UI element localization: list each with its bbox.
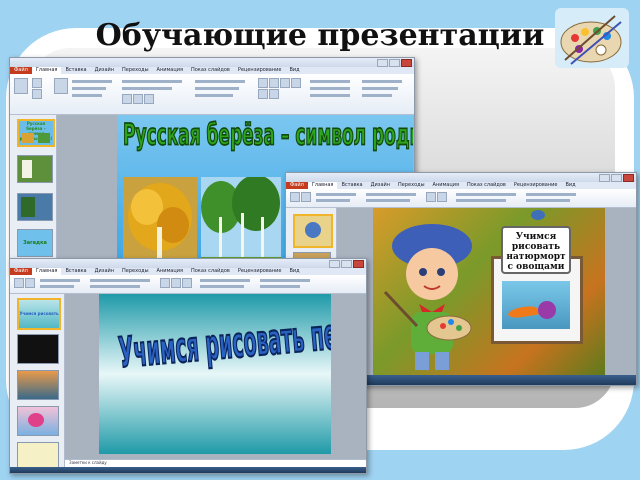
slides-pane[interactable]: Учимся рисовать пейзаж: [10, 294, 65, 473]
art-palette-icon: [555, 8, 629, 68]
minimize-icon[interactable]: [377, 59, 388, 67]
slide-thumbnail[interactable]: [17, 406, 59, 436]
cut-icon[interactable]: [301, 192, 311, 202]
tab-slideshow[interactable]: Показ слайдов: [463, 182, 510, 189]
slide-thumbnail[interactable]: Русская берёза – символ родины моей!: [17, 119, 55, 147]
ribbon-toolbar[interactable]: [10, 74, 414, 115]
ribbon-toolbar[interactable]: [10, 275, 366, 294]
slide-thumbnail[interactable]: [17, 442, 59, 470]
cut-icon[interactable]: [32, 78, 42, 88]
tab-slideshow[interactable]: Показ слайдов: [187, 67, 234, 74]
close-icon[interactable]: [623, 174, 634, 182]
tab-insert[interactable]: Вставка: [337, 182, 366, 189]
tab-review[interactable]: Рецензирование: [234, 67, 286, 74]
paste-icon[interactable]: [14, 278, 24, 288]
shape-icon[interactable]: [426, 192, 436, 202]
minimize-icon[interactable]: [599, 174, 610, 182]
maximize-icon[interactable]: [341, 260, 352, 268]
ribbon-tabs: Файл Главная Вставка Дизайн Переходы Ани…: [286, 182, 636, 189]
bold-icon[interactable]: [122, 94, 132, 104]
slide-title-wordart: Русская берёза – символ родины моей!: [122, 118, 413, 154]
tab-file[interactable]: Файл: [10, 268, 32, 275]
close-icon[interactable]: [401, 59, 412, 67]
shape-icon[interactable]: [182, 278, 192, 288]
slide-canvas[interactable]: Учимся рисовать пейзаж: [65, 294, 366, 462]
window-titlebar[interactable]: [10, 259, 366, 268]
maximize-icon[interactable]: [611, 174, 622, 182]
tab-insert[interactable]: Вставка: [61, 67, 90, 74]
tab-slideshow[interactable]: Показ слайдов: [187, 268, 234, 275]
page-title: Обучающие презентации: [95, 18, 545, 53]
tab-view[interactable]: Вид: [285, 67, 303, 74]
shape-icon[interactable]: [269, 78, 279, 88]
italic-icon[interactable]: [133, 94, 143, 104]
tab-home[interactable]: Главная: [307, 182, 338, 189]
slide-stilllife: Учимся рисовать натюрморт с овощами: [373, 208, 605, 376]
underline-icon[interactable]: [144, 94, 154, 104]
tab-file[interactable]: Файл: [286, 182, 308, 189]
tab-view[interactable]: Вид: [285, 268, 303, 275]
paste-icon[interactable]: [290, 192, 300, 202]
window-titlebar[interactable]: [10, 58, 414, 67]
new-slide-icon[interactable]: [54, 78, 68, 94]
autumn-birch-image: [123, 177, 197, 269]
tab-file[interactable]: Файл: [10, 67, 32, 74]
bird-image: [531, 210, 545, 220]
slide-thumbnail[interactable]: [17, 370, 59, 400]
taskbar: [10, 467, 366, 473]
paste-icon[interactable]: [14, 78, 28, 94]
tab-view[interactable]: Вид: [561, 182, 579, 189]
maximize-icon[interactable]: [389, 59, 400, 67]
tab-transitions[interactable]: Переходы: [118, 67, 153, 74]
painter-character-image: [383, 224, 472, 370]
ribbon-tabs: Файл Главная Вставка Дизайн Переходы Ани…: [10, 67, 414, 74]
shape-icon[interactable]: [269, 89, 279, 99]
shape-icon[interactable]: [291, 78, 301, 88]
cut-icon[interactable]: [25, 278, 35, 288]
ribbon-toolbar[interactable]: [286, 189, 636, 208]
slide-title-wordart: Учимся рисовать пейзаж: [116, 305, 331, 379]
slide-thumbnail[interactable]: [17, 155, 53, 183]
tab-design[interactable]: Дизайн: [367, 182, 394, 189]
slide-landscape: Учимся рисовать пейзаж: [99, 294, 331, 454]
tab-home[interactable]: Главная: [31, 268, 62, 275]
shape-icon[interactable]: [437, 192, 447, 202]
tab-transitions[interactable]: Переходы: [394, 182, 429, 189]
copy-icon[interactable]: [32, 89, 42, 99]
slide-caption: Учимся рисовать натюрморт с овощами: [501, 226, 571, 274]
slide-thumbnail[interactable]: [17, 193, 53, 221]
window-titlebar[interactable]: [286, 173, 636, 182]
shape-icon[interactable]: [258, 78, 268, 88]
slide-canvas[interactable]: Учимся рисовать натюрморт с овощами: [337, 208, 636, 378]
tab-review[interactable]: Рецензирование: [510, 182, 562, 189]
slides-pane[interactable]: Русская берёза – символ родины моей! Заг…: [10, 115, 57, 273]
shape-icon[interactable]: [280, 78, 290, 88]
tab-design[interactable]: Дизайн: [91, 268, 118, 275]
slide-thumbnail[interactable]: Учимся рисовать пейзаж: [17, 298, 61, 330]
tab-transitions[interactable]: Переходы: [118, 268, 153, 275]
tab-design[interactable]: Дизайн: [91, 67, 118, 74]
notes-pane[interactable]: Заметки к слайду: [65, 459, 366, 467]
slide-thumbnail[interactable]: Загадка про берёзу: [17, 229, 53, 257]
minimize-icon[interactable]: [329, 260, 340, 268]
slide-thumbnail[interactable]: [17, 334, 59, 364]
shape-icon[interactable]: [171, 278, 181, 288]
tab-animation[interactable]: Анимация: [153, 268, 187, 275]
ribbon-tabs: Файл Главная Вставка Дизайн Переходы Ани…: [10, 268, 366, 275]
tab-insert[interactable]: Вставка: [61, 268, 90, 275]
shape-icon[interactable]: [258, 89, 268, 99]
tab-review[interactable]: Рецензирование: [234, 268, 286, 275]
tab-animation[interactable]: Анимация: [429, 182, 463, 189]
green-birch-image: [201, 177, 281, 269]
tab-animation[interactable]: Анимация: [153, 67, 187, 74]
shape-icon[interactable]: [160, 278, 170, 288]
tab-home[interactable]: Главная: [31, 67, 62, 74]
close-icon[interactable]: [353, 260, 364, 268]
slide-thumbnail[interactable]: [293, 214, 333, 248]
ppt-window-landscape[interactable]: Файл Главная Вставка Дизайн Переходы Ани…: [9, 258, 367, 474]
